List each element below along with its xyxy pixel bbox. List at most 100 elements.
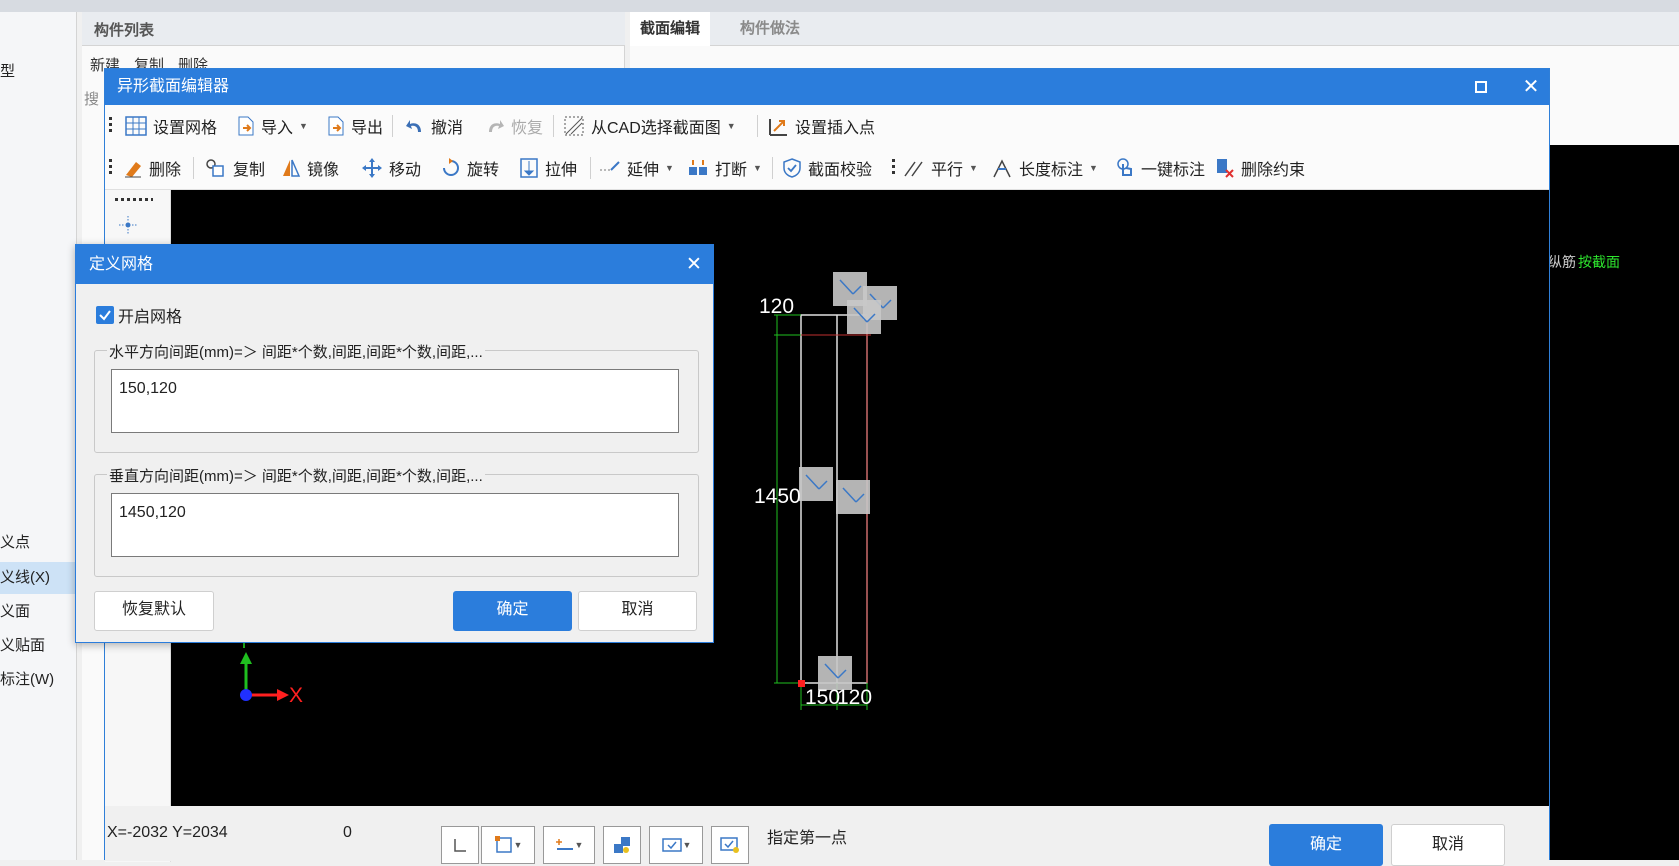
parallel-dropdown-icon[interactable]: ▼ — [969, 163, 978, 173]
copy-tool-button[interactable]: 复制 — [205, 147, 265, 189]
constraint-marker[interactable] — [818, 656, 852, 690]
import-dropdown-icon[interactable]: ▼ — [299, 121, 308, 131]
length-dim-label: 长度标注 — [1019, 162, 1084, 179]
nav-item-annotate[interactable]: 标注(W) — [0, 664, 77, 696]
enable-grid-checkbox[interactable]: 开启网格 — [96, 303, 182, 327]
length-dim-dropdown-icon[interactable]: ▼ — [1089, 163, 1098, 173]
hint-icon — [614, 837, 630, 853]
import-label: 导入 — [261, 120, 294, 137]
nav-item-face[interactable]: 义面 — [0, 596, 77, 628]
toolbar-separator — [772, 157, 773, 179]
snap-mode-toggle[interactable]: ▼ — [481, 826, 535, 864]
editor-toolbar-2: 删除 复制 镜像 移动 旋转 拉伸 延伸 ▼ 打断 ▼ 截面校验 平行 ▼ 长度… — [105, 147, 1549, 190]
ortho-toggle[interactable] — [441, 826, 479, 864]
extend-icon — [600, 161, 620, 171]
left-nav: 型 义点 义线(X) 义面 义贴面 标注(W) — [0, 12, 77, 860]
checkbox-checked-icon[interactable] — [96, 306, 114, 324]
nav-item-line[interactable]: 义线(X) — [0, 562, 77, 594]
vertical-spacing-input[interactable]: 1450,120 — [111, 493, 679, 557]
hint-toggle[interactable] — [603, 826, 641, 864]
rotate-tool-button[interactable]: 旋转 — [441, 147, 499, 189]
toolbar-separator — [590, 157, 591, 179]
maximize-icon[interactable] — [1475, 81, 1487, 93]
vertical-spacing-label: 垂直方向间距(mm)=＞ 间距*个数,间距,间距*个数,间距,... — [107, 465, 485, 486]
import-icon — [238, 116, 254, 136]
set-insert-point-button[interactable]: 设置插入点 — [767, 105, 875, 147]
side-toolbar-grip[interactable] — [115, 198, 153, 201]
set-insert-point-label: 设置插入点 — [795, 120, 876, 137]
delete-constraint-icon — [1217, 159, 1234, 178]
dialog-close-icon[interactable]: ✕ — [682, 245, 706, 284]
import-button[interactable]: 导入 ▼ — [237, 105, 308, 147]
delete-tool-button[interactable]: 删除 — [123, 147, 181, 189]
redo-button[interactable]: 恢复 — [485, 105, 543, 147]
by-section-text: 按截面 — [1578, 254, 1620, 270]
mirror-tool-button[interactable]: 镜像 — [281, 147, 339, 189]
move-tool-button[interactable]: 移动 — [361, 147, 421, 189]
horizontal-spacing-label: 水平方向间距(mm)=＞ 间距*个数,间距,间距*个数,间距,... — [107, 341, 485, 362]
delete-tool-label: 删除 — [149, 162, 182, 179]
cad-select-icon — [564, 116, 584, 136]
stretch-tool-button[interactable]: 拉伸 — [519, 147, 577, 189]
undo-icon — [406, 120, 421, 132]
break-dropdown-icon[interactable]: ▼ — [753, 163, 762, 173]
dim-mode-toggle[interactable]: ▼ — [543, 826, 595, 864]
horizontal-spacing-group: 水平方向间距(mm)=＞ 间距*个数,间距,间距*个数,间距,... 150,1… — [94, 341, 699, 453]
horizontal-spacing-input[interactable]: 150,120 — [111, 369, 679, 433]
toolbar-grip[interactable] — [892, 159, 895, 177]
app-top-strip — [0, 0, 1679, 12]
redo-label: 恢复 — [511, 120, 544, 137]
constraint-marker[interactable] — [799, 467, 833, 501]
check-section-button[interactable]: 截面校验 — [782, 147, 872, 189]
snap-point-icon[interactable] — [117, 214, 139, 236]
check-mode-icon — [720, 837, 739, 853]
display-mode-dropdown-icon[interactable]: ▼ — [683, 840, 692, 850]
extend-tool-button[interactable]: 延伸 ▼ — [599, 147, 674, 189]
toolbar-separator — [193, 157, 194, 179]
snap-mode-dropdown-icon[interactable]: ▼ — [514, 840, 523, 850]
nav-item-type[interactable]: 型 — [0, 56, 77, 88]
delete-constraint-button[interactable]: 删除约束 — [1215, 147, 1305, 189]
nav-item-point[interactable]: 义点 — [0, 527, 77, 559]
length-dim-button[interactable]: 长度标注 ▼ — [991, 147, 1098, 189]
set-grid-button[interactable]: 设置网格 — [125, 105, 217, 147]
enable-grid-label: 开启网格 — [118, 309, 183, 326]
undo-button[interactable]: 撤消 — [405, 105, 463, 147]
check-mode-toggle[interactable] — [711, 826, 749, 864]
constraint-marker[interactable] — [847, 300, 881, 334]
mirror-tool-label: 镜像 — [307, 162, 340, 179]
close-icon[interactable]: ✕ — [1519, 69, 1543, 105]
move-tool-label: 移动 — [389, 162, 422, 179]
select-from-cad-button[interactable]: 从CAD选择截面图 ▼ — [563, 105, 736, 147]
insert-point-icon — [769, 119, 787, 136]
ortho-icon — [454, 839, 466, 852]
x-axis-arrow — [277, 689, 289, 701]
break-tool-button[interactable]: 打断 ▼ — [687, 147, 762, 189]
toolbar-grip[interactable] — [109, 117, 112, 135]
tab-section-edit[interactable]: 截面编辑 — [630, 12, 711, 46]
parallel-icon — [904, 161, 923, 177]
copy-icon — [206, 159, 224, 177]
extend-dropdown-icon[interactable]: ▼ — [665, 163, 674, 173]
export-label: 导出 — [351, 120, 384, 137]
nav-item-paste-face[interactable]: 义贴面 — [0, 630, 77, 662]
vertical-spacing-group: 垂直方向间距(mm)=＞ 间距*个数,间距,间距*个数,间距,... 1450,… — [94, 465, 699, 577]
parallel-tool-button[interactable]: 平行 ▼ — [903, 147, 978, 189]
dialog-ok-button[interactable]: 确定 — [453, 591, 572, 631]
cad-dropdown-icon[interactable]: ▼ — [727, 121, 736, 131]
tab-component-method[interactable]: 构件做法 — [730, 12, 810, 46]
editor-titlebar: 异形截面编辑器 ✕ — [105, 69, 1549, 105]
export-button[interactable]: 导出 — [327, 105, 383, 147]
display-mode-icon — [661, 838, 682, 852]
one-click-dim-button[interactable]: 一键标注 — [1115, 147, 1205, 189]
dim-mode-dropdown-icon[interactable]: ▼ — [575, 840, 584, 850]
display-mode-toggle[interactable]: ▼ — [649, 826, 703, 864]
restore-default-button[interactable]: 恢复默认 — [94, 591, 214, 631]
toolbar-grip[interactable] — [109, 159, 112, 177]
constraint-marker[interactable] — [836, 480, 870, 514]
insert-point-marker[interactable] — [798, 680, 805, 687]
dim-label-bottom-a: 150 — [805, 686, 841, 709]
dialog-cancel-button[interactable]: 取消 — [578, 591, 697, 631]
command-prompt: 指定第一点 — [767, 830, 848, 847]
snap-mode-icon — [494, 836, 512, 853]
